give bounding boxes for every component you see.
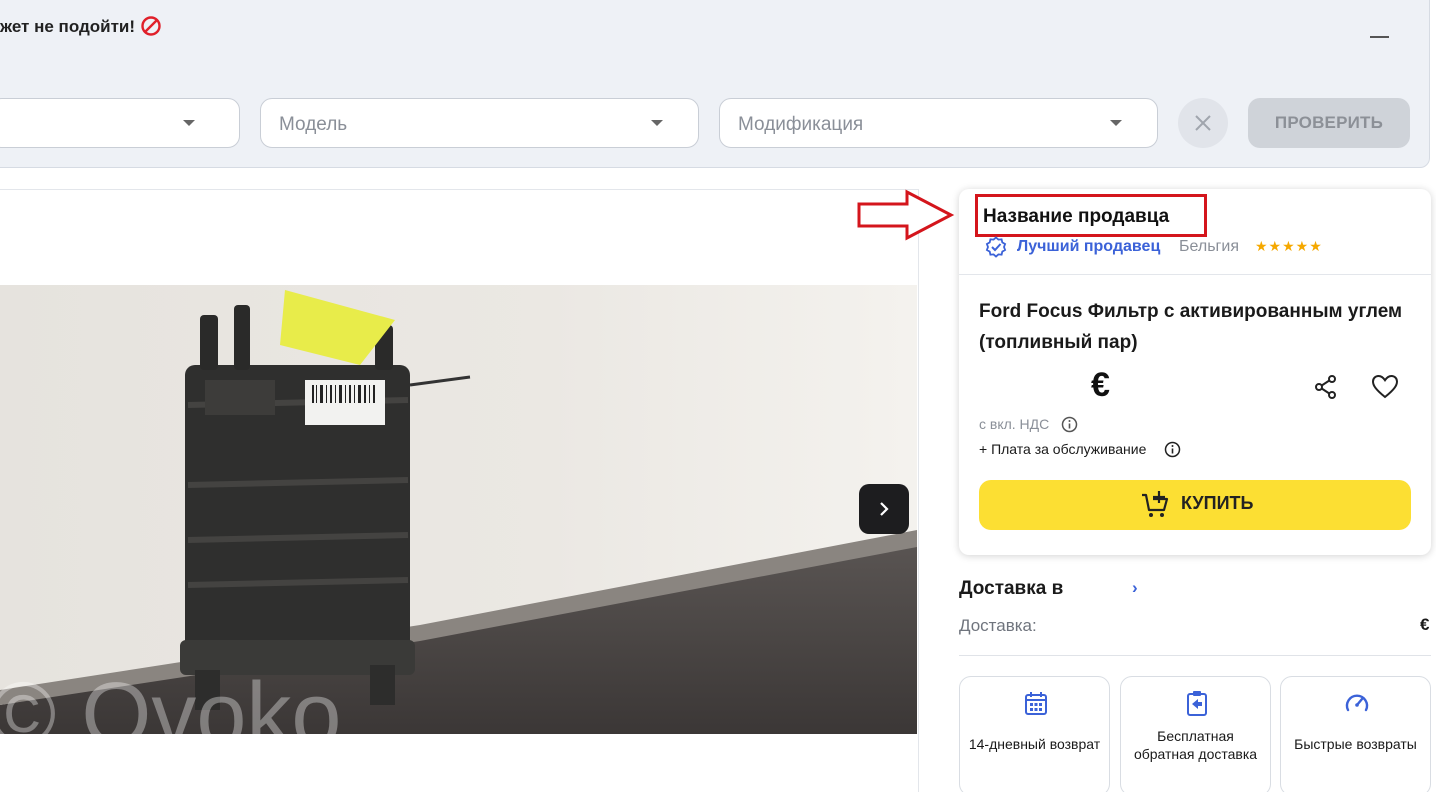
- heart-icon[interactable]: [1370, 372, 1400, 402]
- feature-text: Бесплатная обратная доставка: [1133, 728, 1258, 762]
- share-icon[interactable]: [1312, 373, 1340, 401]
- modification-select-placeholder: Модификация: [738, 114, 864, 135]
- feature-text: 14-дневный возврат: [968, 736, 1101, 752]
- buy-button-label: КУПИТЬ: [1181, 493, 1254, 513]
- chevron-right-icon[interactable]: ›: [1132, 578, 1138, 598]
- photo-watermark: © Ovoko: [0, 665, 341, 734]
- chevron-down-icon: [183, 120, 195, 126]
- product-title: Ford Focus Фильтр с активированным углем…: [979, 301, 1403, 353]
- delivery-label: Доставка:: [959, 616, 1037, 635]
- info-icon[interactable]: [1061, 416, 1078, 433]
- annotation-arrow: [857, 189, 955, 241]
- seller-country: Бельгия: [1179, 238, 1239, 255]
- collapse-panel-button[interactable]: [1370, 36, 1389, 38]
- add-to-cart-icon: [1142, 491, 1169, 517]
- make-select[interactable]: [0, 98, 240, 148]
- seller-name[interactable]: Название продавца: [983, 206, 1169, 228]
- service-fee-note: + Плата за обслуживание: [979, 441, 1147, 457]
- feature-free-return-shipping: Бесплатная обратная доставка: [1120, 676, 1271, 792]
- model-select-placeholder: Модель: [279, 114, 348, 135]
- not-allowed-icon: [141, 16, 161, 36]
- seller-rating-stars: ★★★★★: [1255, 238, 1323, 254]
- delivery-price: €: [1420, 615, 1430, 634]
- product-price: €: [1091, 366, 1110, 404]
- feature-14-day-return: 14-дневный возврат: [959, 676, 1110, 792]
- divider: [959, 274, 1431, 275]
- vat-note: с вкл. НДС: [979, 416, 1050, 432]
- speedometer-icon: [1345, 694, 1369, 712]
- calendar-icon: [1025, 692, 1047, 715]
- chevron-down-icon: [651, 120, 663, 126]
- product-photo[interactable]: © Ovoko: [0, 285, 917, 734]
- clear-selection-button[interactable]: [1178, 98, 1228, 148]
- best-seller-badge: Лучший продавец: [1017, 238, 1161, 255]
- model-select[interactable]: Модель: [260, 98, 699, 148]
- return-box-icon: [1187, 691, 1207, 716]
- close-icon: [1195, 115, 1211, 131]
- chevron-down-icon: [1110, 120, 1122, 126]
- divider: [959, 655, 1431, 656]
- verified-badge-icon: [985, 236, 1007, 258]
- next-image-button[interactable]: [859, 484, 909, 534]
- check-compatibility-button[interactable]: ПРОВЕРИТЬ: [1248, 98, 1410, 148]
- chevron-right-icon: [880, 502, 889, 516]
- compatibility-warning-title: жет не подойти!: [0, 17, 136, 36]
- delivery-title[interactable]: Доставка в: [959, 578, 1063, 600]
- info-icon[interactable]: [1164, 441, 1181, 458]
- feature-fast-returns: Быстрые возвраты: [1280, 676, 1431, 792]
- feature-text: Быстрые возвраты: [1294, 736, 1417, 752]
- modification-select[interactable]: Модификация: [719, 98, 1158, 148]
